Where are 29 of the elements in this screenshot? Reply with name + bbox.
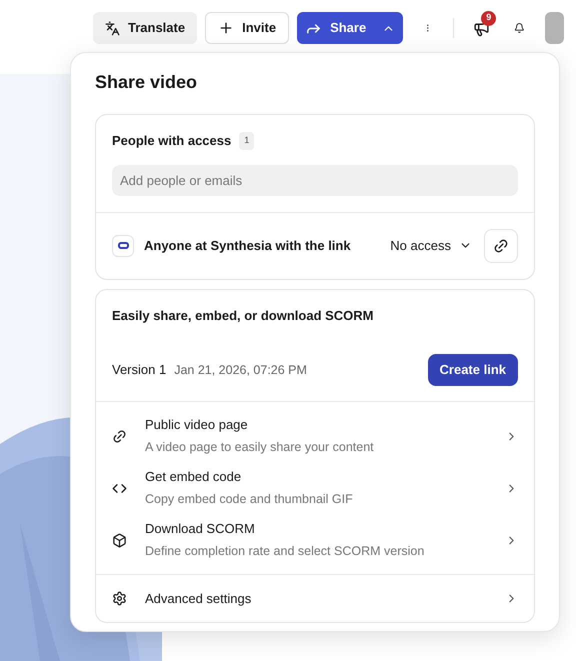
create-link-button[interactable]: Create link <box>428 354 518 386</box>
share-option[interactable]: Public video page A video page to easily share your content <box>96 410 534 462</box>
people-search-field[interactable]: Add people or emails <box>112 164 518 196</box>
invite-button[interactable]: Invite <box>205 12 290 44</box>
cube-icon <box>112 532 127 548</box>
option-description: Define completion rate and select SCORM version <box>145 542 426 560</box>
section-heading: People with access <box>112 132 232 150</box>
version-date: Jan 21, 2026, 07:26 PM <box>174 362 308 379</box>
translate-button[interactable]: Translate <box>93 12 198 44</box>
settings-icon <box>112 591 127 606</box>
section-heading: Easily share, embed, or download SCORM <box>112 306 375 325</box>
option-description: Copy embed code and thumbnail GIF <box>145 490 354 508</box>
share-option[interactable]: Get embed code Copy embed code and thumbnail GIF <box>96 462 534 514</box>
notification-badge: 9 <box>481 10 496 26</box>
copy-link-button[interactable] <box>484 228 518 262</box>
share-button[interactable]: Share <box>297 12 404 44</box>
access-dropdown[interactable]: No access <box>390 236 472 256</box>
option-description: A video page to easily share your content <box>145 438 375 456</box>
option-title: Get embed code <box>145 468 242 486</box>
popover-title: Share video <box>95 71 198 94</box>
version-label: Version 1 <box>112 361 166 380</box>
people-count: 1 <box>239 132 254 150</box>
share-option[interactable]: Download SCORM Define completion rate and select SCORM version <box>96 514 534 566</box>
option-title: Download SCORM <box>145 520 256 538</box>
translate-icon <box>105 20 120 36</box>
workspace-icon <box>112 234 134 256</box>
link-access-label: Anyone at Synthesia with the link <box>144 236 352 255</box>
option-title: Public video page <box>145 416 249 434</box>
advanced-settings-item[interactable]: Advanced settings <box>96 575 534 622</box>
